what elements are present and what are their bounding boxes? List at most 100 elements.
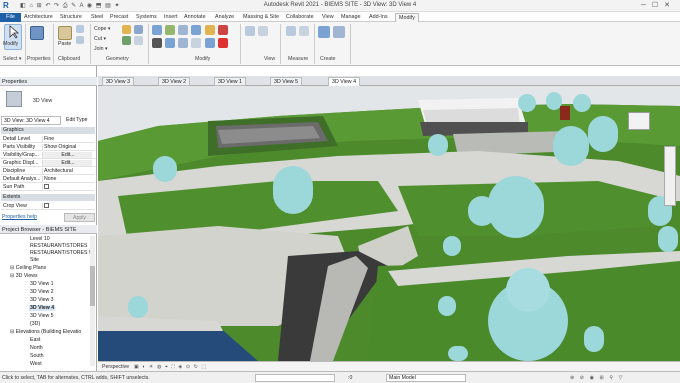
tree-item[interactable]: 3D View 3 <box>30 297 54 303</box>
tree-item[interactable]: North <box>30 345 43 351</box>
prop-value[interactable]: Edit... <box>42 160 92 166</box>
view-tool-icon[interactable] <box>245 26 255 36</box>
tab-annotate[interactable]: Annotate <box>184 13 206 22</box>
section-graphics[interactable]: Graphics <box>1 127 95 134</box>
tab-file[interactable]: File <box>0 13 21 22</box>
mirror-draw-icon[interactable] <box>191 25 201 35</box>
tree-item[interactable]: Site <box>30 257 39 263</box>
tab-precast[interactable]: Precast <box>110 13 128 22</box>
tab-view[interactable]: View <box>322 13 334 22</box>
tree-item[interactable]: {3D} <box>30 321 40 327</box>
view-tab[interactable]: 3D View 3 <box>102 77 135 86</box>
crop-view-checkbox[interactable] <box>42 203 92 210</box>
properties-group-label[interactable]: Properties <box>27 56 51 62</box>
prop-row[interactable]: Default Analys... None <box>1 175 95 183</box>
create-group-icon[interactable] <box>318 26 330 38</box>
prop-row[interactable]: Discipline Architectural <box>1 167 95 175</box>
prop-row[interactable]: Visibility/Grap... Edit... <box>1 151 95 159</box>
align-icon[interactable] <box>152 25 162 35</box>
prop-value[interactable]: Architectural <box>42 168 92 174</box>
tab-architecture[interactable]: Architecture <box>24 13 53 22</box>
tab-massing-site[interactable]: Massing & Site <box>243 13 279 22</box>
delete-icon[interactable] <box>218 38 228 48</box>
create-assembly-icon[interactable] <box>333 26 345 38</box>
properties-help-link[interactable]: Properties help <box>2 214 37 220</box>
prop-row[interactable]: Detail Level Fine <box>1 135 95 143</box>
properties-icon[interactable] <box>30 26 44 40</box>
geometry-tool-icon[interactable] <box>122 25 131 34</box>
tree-item[interactable]: 3D View 5 <box>30 313 54 319</box>
tab-systems[interactable]: Systems <box>136 13 157 22</box>
tab-structure[interactable]: Structure <box>60 13 82 22</box>
join-button[interactable]: Join ▾ <box>94 46 108 52</box>
tab-modify[interactable]: Modify <box>395 13 419 22</box>
3d-viewport[interactable] <box>98 86 680 361</box>
tree-item[interactable]: 3D View 2 <box>30 289 54 295</box>
tab-collaborate[interactable]: Collaborate <box>286 13 314 22</box>
tab-manage[interactable]: Manage <box>341 13 360 22</box>
tree-item[interactable]: West <box>30 361 42 367</box>
tab-add-ins[interactable]: Add-Ins <box>369 13 388 22</box>
array-icon[interactable] <box>205 38 215 48</box>
tab-insert[interactable]: Insert <box>164 13 177 22</box>
prop-value[interactable]: None <box>42 176 92 182</box>
type-name[interactable]: 3D View <box>33 98 52 104</box>
section-extents[interactable]: Extents <box>1 194 95 201</box>
prop-row[interactable]: Graphic Displ... Edit... <box>1 159 95 167</box>
cope-button[interactable]: Cope ▾ <box>94 26 110 32</box>
dimension-icon[interactable] <box>299 26 309 36</box>
view-tool-icon[interactable] <box>258 26 268 36</box>
prop-value[interactable]: Fine <box>42 136 92 142</box>
mirror-icon[interactable] <box>178 25 188 35</box>
view-tab[interactable]: 3D View 5 <box>270 77 303 86</box>
prop-value[interactable]: Show Original <box>42 144 92 150</box>
tree-item[interactable]: ⊟ Ceiling Plans <box>10 265 46 271</box>
tab-steel[interactable]: Steel <box>91 13 103 22</box>
view-tab[interactable]: 3D View 2 <box>158 77 191 86</box>
tree-item[interactable]: Level 10 <box>30 236 50 242</box>
prop-row[interactable]: Sun Path <box>1 183 95 191</box>
tab-analyze[interactable]: Analyze <box>215 13 234 22</box>
split-icon[interactable] <box>205 25 215 35</box>
view-mode-label[interactable]: Perspective <box>102 364 129 370</box>
tree-item-active[interactable]: 3D View 4 <box>29 305 56 311</box>
copy-icon[interactable] <box>165 38 175 48</box>
tree-item[interactable]: ⊟ Elevations (Building Elevatio <box>10 329 81 335</box>
view-tab[interactable]: 3D View 1 <box>214 77 247 86</box>
view-tab-active[interactable]: 3D View 4 <box>328 77 361 86</box>
prop-row[interactable]: Parts Visibility Show Original <box>1 143 95 151</box>
prop-row[interactable]: Crop View <box>1 202 95 210</box>
edit-type-button[interactable]: Edit Type <box>63 116 95 125</box>
prop-value[interactable]: Edit... <box>42 152 92 158</box>
navigation-bar[interactable] <box>664 146 676 206</box>
tree-item[interactable]: 3D View 1 <box>30 281 54 287</box>
tree-item[interactable]: RESTAURANT/STORES W <box>30 250 94 256</box>
view-control-icons[interactable]: ▣ ◐ ☀ ◍ ⌖ ⛶ ◈ ⊙ ↻ ⬚ <box>134 364 207 371</box>
geometry-tool-icon[interactable] <box>134 25 143 34</box>
move-icon[interactable] <box>152 38 162 48</box>
browser-scrollbar[interactable] <box>90 236 95 366</box>
offset-icon[interactable] <box>165 25 175 35</box>
geometry-tool-icon[interactable] <box>122 36 131 45</box>
window-controls[interactable]: ─☐✕ <box>641 1 676 9</box>
tree-item[interactable]: ⊟ 3D Views <box>10 273 38 279</box>
apply-button[interactable]: Apply <box>64 213 95 222</box>
rotate-icon[interactable] <box>178 38 188 48</box>
tree-item[interactable]: RESTAURANT/STORES <box>30 243 87 249</box>
selection-filter-icons[interactable]: ⊕ ⊘ ◉ ⊞ ⚲ ▽ <box>570 375 625 381</box>
geometry-tool-icon[interactable] <box>134 36 143 45</box>
select-group-label[interactable]: Select ▾ <box>3 56 21 62</box>
workset-dropdown[interactable] <box>255 374 335 382</box>
model-dropdown[interactable]: Main Model <box>386 374 466 382</box>
instance-selector[interactable]: 3D View: 3D View 4 <box>1 116 61 125</box>
measure-icon[interactable] <box>286 26 296 36</box>
cut-button[interactable]: Cut ▾ <box>94 36 106 42</box>
paste-icon[interactable] <box>58 26 72 40</box>
sun-path-checkbox[interactable] <box>42 184 92 191</box>
pin-icon[interactable] <box>218 25 228 35</box>
view-cube-icon[interactable] <box>628 112 650 130</box>
copy-clip-icon[interactable] <box>76 36 84 44</box>
tree-item[interactable]: South <box>30 353 44 359</box>
trim-icon[interactable] <box>191 38 201 48</box>
cut-clip-icon[interactable] <box>76 25 84 33</box>
